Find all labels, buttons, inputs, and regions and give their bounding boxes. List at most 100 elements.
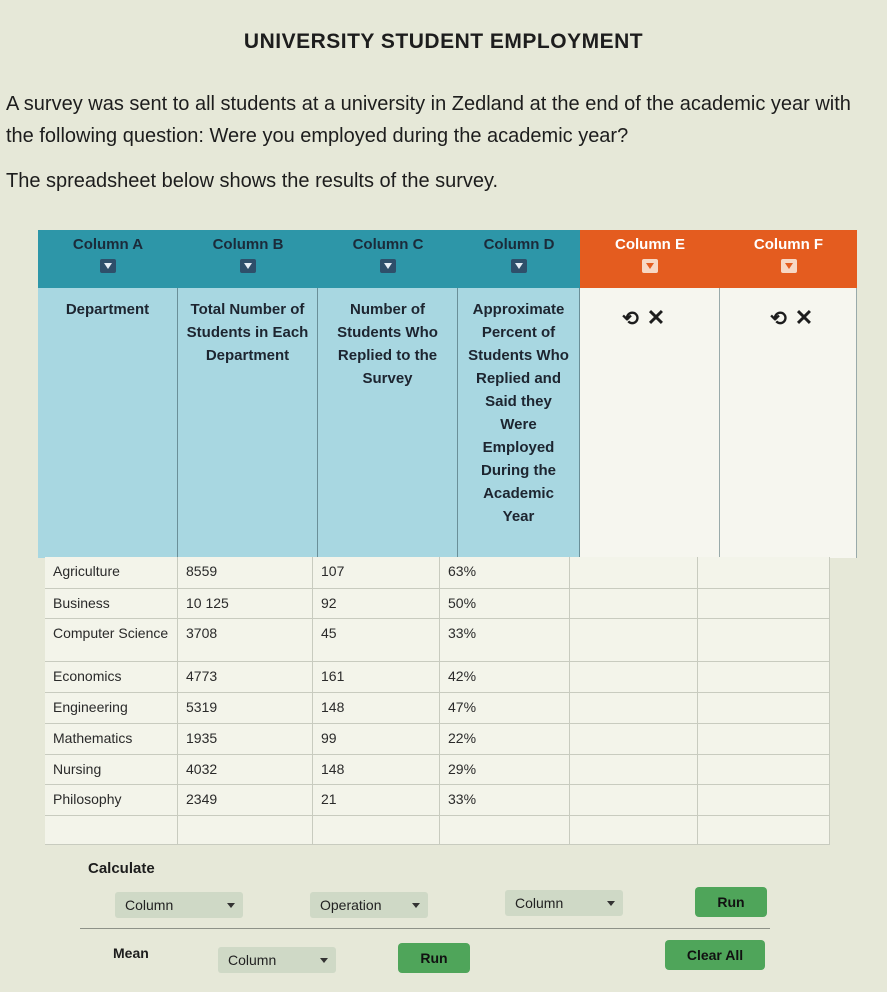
- table-cell[interactable]: 4773: [178, 662, 313, 693]
- column-f-description[interactable]: ⟲ ✕: [720, 288, 857, 558]
- table-cell[interactable]: 5319: [178, 693, 313, 724]
- table-cell[interactable]: [698, 693, 830, 724]
- table-cell[interactable]: [570, 755, 698, 785]
- column-d-header[interactable]: Column D: [458, 230, 580, 288]
- undo-icon[interactable]: ⟲: [622, 308, 639, 330]
- mean-column-select[interactable]: Column: [218, 947, 336, 973]
- chevron-down-icon[interactable]: [240, 259, 256, 273]
- chevron-down-icon[interactable]: [642, 259, 658, 273]
- table-cell[interactable]: [570, 816, 698, 845]
- table-cell[interactable]: [698, 816, 830, 845]
- chevron-down-icon[interactable]: [380, 259, 396, 273]
- table-cell[interactable]: 148: [313, 755, 440, 785]
- select-value: Column: [228, 952, 277, 968]
- table-cell[interactable]: [698, 557, 830, 589]
- table-cell[interactable]: 42%: [440, 662, 570, 693]
- column-c-header[interactable]: Column C: [318, 230, 458, 288]
- select-value: Column: [125, 897, 174, 913]
- column-b-description: Total Number of Students in Each Departm…: [178, 288, 318, 558]
- column-a-label: Column A: [72, 236, 144, 253]
- close-icon[interactable]: ✕: [795, 305, 813, 330]
- table-cell[interactable]: 21: [313, 785, 440, 816]
- table-cell[interactable]: [698, 619, 830, 662]
- table-cell[interactable]: Business: [45, 589, 178, 619]
- table-cell[interactable]: 50%: [440, 589, 570, 619]
- table-cell[interactable]: [178, 816, 313, 845]
- table-cell[interactable]: [570, 589, 698, 619]
- chevron-down-icon: [412, 903, 420, 908]
- table-cell[interactable]: [440, 816, 570, 845]
- table-cell[interactable]: 22%: [440, 724, 570, 755]
- chevron-down-icon: [607, 901, 615, 906]
- table-cell[interactable]: [698, 662, 830, 693]
- table-cell[interactable]: Agriculture: [45, 557, 178, 589]
- table-cell[interactable]: 161: [313, 662, 440, 693]
- select-value: Column: [515, 895, 564, 911]
- column-d-description: Approximate Percent of Students Who Repl…: [458, 288, 580, 558]
- table-cell[interactable]: Economics: [45, 662, 178, 693]
- mean-label: Mean: [113, 945, 149, 961]
- table-cell[interactable]: 47%: [440, 693, 570, 724]
- table-cell[interactable]: 1935: [178, 724, 313, 755]
- table-cell[interactable]: [313, 816, 440, 845]
- close-icon[interactable]: ✕: [647, 305, 665, 330]
- column-a-header[interactable]: Column A: [38, 230, 178, 288]
- table-cell[interactable]: Computer Science: [45, 619, 178, 662]
- table-cell[interactable]: [570, 619, 698, 662]
- table-cell[interactable]: 33%: [440, 785, 570, 816]
- column-e-label: Column E: [615, 236, 685, 253]
- table-cell[interactable]: 107: [313, 557, 440, 589]
- table-cell[interactable]: 148: [313, 693, 440, 724]
- column-e-description[interactable]: ⟲ ✕: [580, 288, 720, 558]
- column-b-label: Column B: [212, 236, 284, 253]
- table-cell[interactable]: 4032: [178, 755, 313, 785]
- table-cell[interactable]: 63%: [440, 557, 570, 589]
- table-cell[interactable]: Engineering: [45, 693, 178, 724]
- table-cell[interactable]: 92: [313, 589, 440, 619]
- calculate-column1-select[interactable]: Column: [115, 892, 243, 918]
- table-cell[interactable]: 45: [313, 619, 440, 662]
- calculate-run-button[interactable]: Run: [695, 887, 767, 917]
- divider: [80, 928, 770, 929]
- table-cell[interactable]: [570, 693, 698, 724]
- column-b-header[interactable]: Column B: [178, 230, 318, 288]
- table-cell[interactable]: 10 125: [178, 589, 313, 619]
- table-cell[interactable]: Mathematics: [45, 724, 178, 755]
- table-cell[interactable]: [698, 755, 830, 785]
- calculate-label: Calculate: [88, 860, 155, 877]
- table-cell[interactable]: 3708: [178, 619, 313, 662]
- select-value: Operation: [320, 897, 382, 913]
- column-c-description: Number of Students Who Replied to the Su…: [318, 288, 458, 558]
- table-cell[interactable]: [45, 816, 178, 845]
- chevron-down-icon[interactable]: [511, 259, 527, 273]
- table-cell[interactable]: [698, 724, 830, 755]
- calculate-column2-select[interactable]: Column: [505, 890, 623, 916]
- column-e-header[interactable]: Column E: [580, 230, 720, 288]
- table-cell[interactable]: [698, 589, 830, 619]
- intro-text: A survey was sent to all students at a u…: [6, 93, 851, 147]
- undo-icon[interactable]: ⟲: [770, 308, 787, 330]
- table-cell[interactable]: Nursing: [45, 755, 178, 785]
- table-cell[interactable]: [570, 557, 698, 589]
- table-cell[interactable]: 2349: [178, 785, 313, 816]
- column-f-header[interactable]: Column F: [720, 230, 857, 288]
- column-c-label: Column C: [352, 236, 424, 253]
- chevron-down-icon: [227, 903, 235, 908]
- mean-run-button[interactable]: Run: [398, 943, 470, 973]
- calculate-operation-select[interactable]: Operation: [310, 892, 428, 918]
- spreadsheet-caption: The spreadsheet below shows the results …: [6, 170, 499, 192]
- table-cell[interactable]: 99: [313, 724, 440, 755]
- table-cell[interactable]: Philosophy: [45, 785, 178, 816]
- table-cell[interactable]: [570, 724, 698, 755]
- table-cell[interactable]: [570, 662, 698, 693]
- chevron-down-icon: [320, 958, 328, 963]
- table-cell[interactable]: [698, 785, 830, 816]
- clear-all-button[interactable]: Clear All: [665, 940, 765, 970]
- chevron-down-icon[interactable]: [100, 259, 116, 273]
- table-cell[interactable]: 33%: [440, 619, 570, 662]
- column-d-label: Column D: [483, 236, 555, 253]
- table-cell[interactable]: 29%: [440, 755, 570, 785]
- table-cell[interactable]: 8559: [178, 557, 313, 589]
- chevron-down-icon[interactable]: [780, 259, 797, 273]
- table-cell[interactable]: [570, 785, 698, 816]
